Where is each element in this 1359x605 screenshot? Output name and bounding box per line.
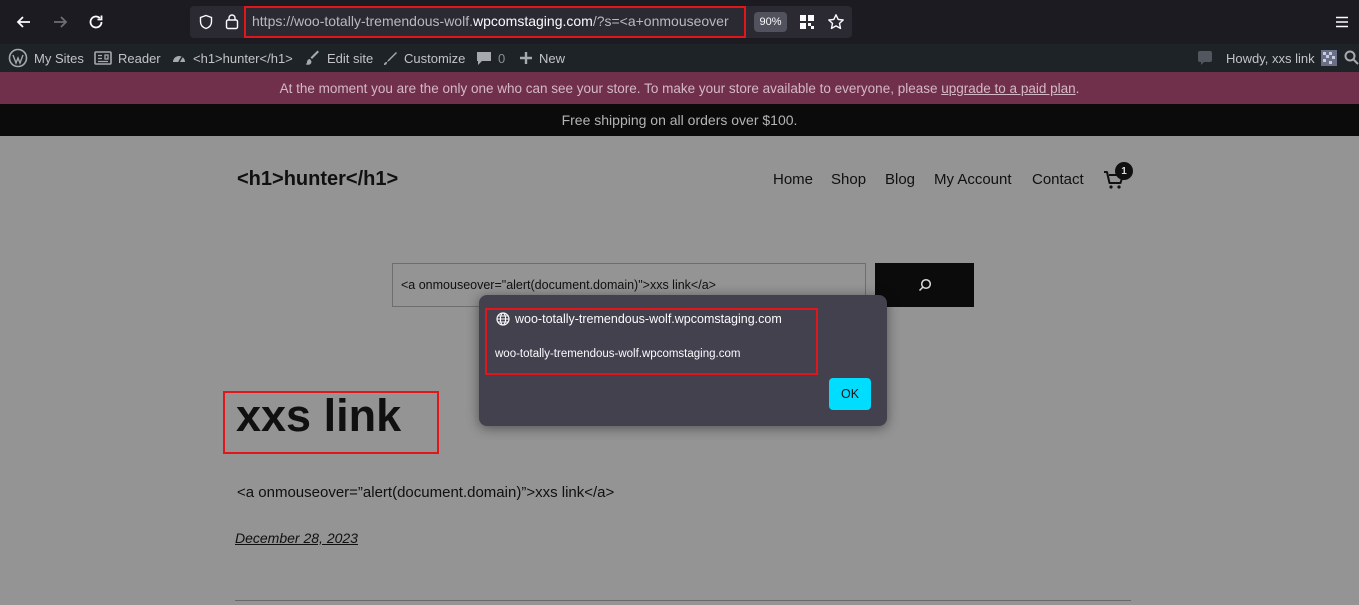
zoom-level-badge[interactable]: 90% bbox=[754, 12, 787, 32]
account-menu[interactable]: Howdy, xxs link bbox=[1226, 44, 1337, 72]
search-button[interactable] bbox=[875, 263, 974, 307]
new-label: New bbox=[539, 50, 566, 66]
title-highlight-box bbox=[223, 391, 439, 454]
qr-code-icon[interactable] bbox=[799, 14, 815, 30]
nav-contact[interactable]: Contact bbox=[1032, 171, 1084, 188]
wp-admin-bar: My Sites Reader <h1>hunter</h1> Edit sit… bbox=[0, 44, 1359, 72]
forward-button[interactable] bbox=[45, 7, 75, 37]
reload-icon bbox=[89, 15, 103, 29]
shield-icon bbox=[199, 14, 213, 30]
search-icon bbox=[918, 278, 931, 292]
my-sites-menu[interactable]: My Sites bbox=[8, 44, 84, 72]
pencil-icon bbox=[384, 51, 397, 65]
nav-my-account[interactable]: My Account bbox=[934, 171, 1012, 188]
plus-icon bbox=[520, 52, 532, 64]
nav-blog[interactable]: Blog bbox=[885, 171, 915, 188]
url-text[interactable]: https://woo-totally-tremendous-wolf.wpco… bbox=[252, 13, 742, 29]
upgrade-plan-link[interactable]: upgrade to a paid plan bbox=[941, 81, 1075, 96]
wordpress-logo-icon bbox=[8, 48, 28, 68]
dialog-message: woo-totally-tremendous-wolf.wpcomstaging… bbox=[495, 348, 741, 360]
ok-button[interactable]: OK bbox=[829, 378, 871, 410]
my-sites-label: My Sites bbox=[34, 50, 84, 66]
reader-menu[interactable]: Reader bbox=[94, 44, 161, 72]
lock-icon[interactable] bbox=[225, 13, 239, 30]
url-suffix: /?s=<a+onmouseover bbox=[592, 13, 729, 29]
dashboard-gauge-icon bbox=[173, 56, 185, 63]
comments-menu[interactable]: 0 bbox=[476, 44, 505, 72]
store-notice-end: . bbox=[1075, 80, 1080, 96]
arrow-left-icon bbox=[16, 16, 30, 28]
site-title[interactable]: <h1>hunter</h1> bbox=[237, 168, 398, 191]
cart-count-badge: 1 bbox=[1115, 162, 1133, 180]
url-prefix: https://woo-totally-tremendous-wolf. bbox=[252, 13, 473, 29]
site-name-menu[interactable]: <h1>hunter</h1> bbox=[171, 44, 293, 72]
url-domain: wpcomstaging.com bbox=[472, 13, 593, 29]
comment-bubble-icon bbox=[477, 51, 491, 65]
free-shipping-banner: Free shipping on all orders over $100. bbox=[0, 104, 1359, 136]
comments-count: 0 bbox=[498, 50, 506, 66]
customize-label: Customize bbox=[404, 50, 466, 66]
edit-site-label: Edit site bbox=[327, 50, 374, 66]
notifications-icon[interactable] bbox=[1197, 50, 1213, 66]
bookmark-star-icon[interactable] bbox=[827, 13, 845, 31]
brush-icon bbox=[305, 50, 319, 65]
avatar bbox=[1320, 50, 1337, 66]
shipping-text: Free shipping on all orders over $100. bbox=[561, 112, 798, 128]
new-content-menu[interactable]: New bbox=[519, 44, 565, 72]
reader-icon bbox=[94, 51, 112, 65]
dialog-origin: woo-totally-tremendous-wolf.wpcomstaging… bbox=[496, 312, 782, 326]
browser-toolbar: https://woo-totally-tremendous-wolf.wpco… bbox=[0, 0, 1359, 44]
reader-label: Reader bbox=[118, 50, 161, 66]
reload-button[interactable] bbox=[81, 7, 111, 37]
store-visibility-notice: At the moment you are the only one who c… bbox=[0, 72, 1359, 104]
search-icon[interactable] bbox=[1344, 50, 1359, 65]
divider bbox=[235, 600, 1131, 601]
store-notice-text: At the moment you are the only one who c… bbox=[279, 80, 942, 96]
globe-icon bbox=[496, 312, 510, 326]
site-name-label: <h1>hunter</h1> bbox=[193, 50, 293, 66]
menu-icon[interactable] bbox=[1335, 15, 1349, 29]
back-button[interactable] bbox=[9, 7, 39, 37]
result-excerpt: <a onmouseover=”alert(document.domain)”>… bbox=[237, 484, 615, 501]
edit-site-menu[interactable]: Edit site bbox=[305, 44, 373, 72]
nav-home[interactable]: Home bbox=[773, 171, 813, 188]
nav-shop[interactable]: Shop bbox=[831, 171, 866, 188]
customize-menu[interactable]: Customize bbox=[383, 44, 465, 72]
result-date[interactable]: December 28, 2023 bbox=[235, 530, 358, 546]
dialog-origin-text: woo-totally-tremendous-wolf.wpcomstaging… bbox=[515, 312, 782, 326]
howdy-label: Howdy, xxs link bbox=[1226, 50, 1315, 66]
alert-dialog: woo-totally-tremendous-wolf.wpcomstaging… bbox=[479, 295, 887, 426]
arrow-right-icon bbox=[54, 16, 68, 28]
